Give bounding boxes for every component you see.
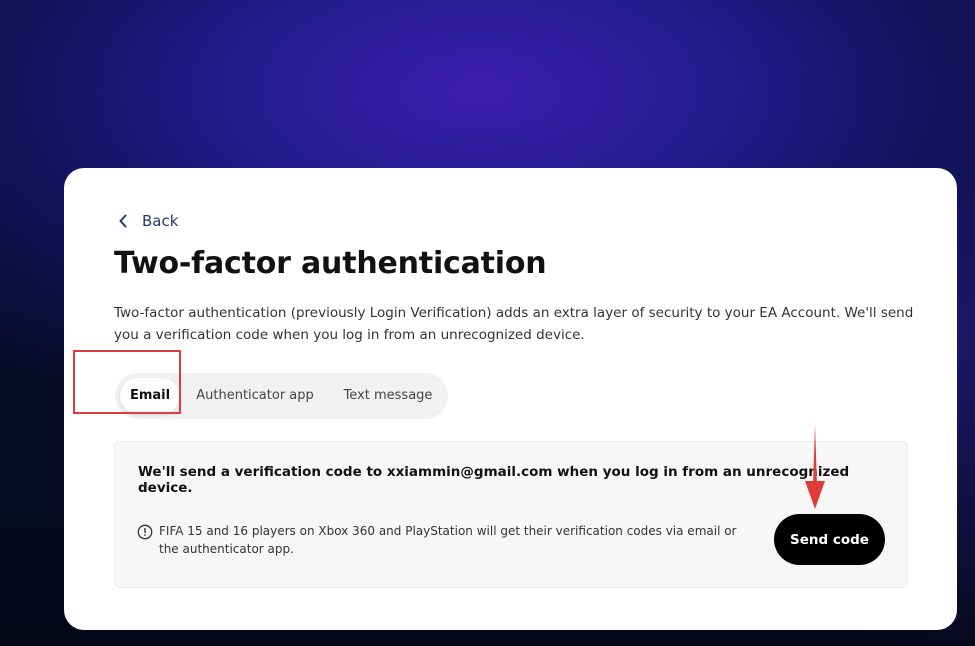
tab-text-message[interactable]: Text message — [330, 378, 446, 414]
page-description: Two-factor authentication (previously Lo… — [114, 305, 914, 343]
send-code-button[interactable]: Send code — [774, 514, 885, 565]
back-link[interactable]: Back — [118, 212, 178, 230]
info-note: FIFA 15 and 16 players on Xbox 360 and P… — [137, 522, 737, 558]
info-icon — [137, 524, 153, 540]
info-note-text: FIFA 15 and 16 players on Xbox 360 and P… — [159, 524, 737, 556]
verification-message: We'll send a verification code to xxiamm… — [138, 464, 850, 496]
page-title: Two-factor authentication — [114, 246, 547, 281]
two-factor-card: Back Two-factor authentication Two-facto… — [64, 168, 957, 630]
email-panel: We'll send a verification code to xxiamm… — [114, 441, 908, 588]
chevron-left-icon — [119, 214, 127, 228]
tab-authenticator-app[interactable]: Authenticator app — [190, 378, 320, 414]
annotation-arrow-icon — [805, 425, 825, 509]
email-tab-highlight-box — [73, 350, 181, 414]
back-label: Back — [142, 212, 179, 230]
